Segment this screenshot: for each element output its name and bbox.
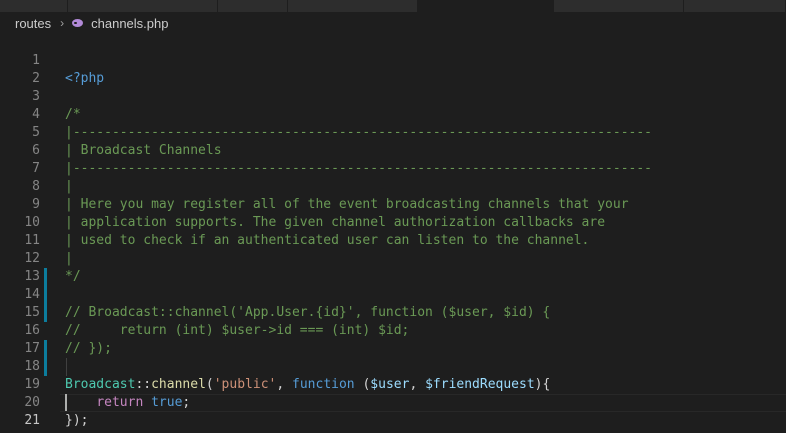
chevron-right-icon: › (60, 16, 65, 30)
line-code: }); (65, 413, 89, 428)
tab-4[interactable] (288, 0, 418, 12)
breadcrumb-file[interactable]: channels.php (91, 16, 168, 31)
php-file-icon (71, 18, 85, 28)
tab-active[interactable] (418, 0, 554, 12)
code-line: 9 | application supports. The given chan… (0, 178, 786, 230)
code-line: 2 (0, 52, 786, 86)
code-line: 5 | Broadcast Channels (0, 106, 786, 158)
code-line: 10 | used to check if an authenticated u… (0, 196, 786, 248)
code-line: 20 }); (0, 376, 786, 428)
tab-1[interactable] (0, 0, 68, 12)
code-line: 8 | Here you may register all of the eve… (0, 160, 786, 212)
tab-3[interactable] (218, 0, 288, 12)
code-line: 11 | (0, 214, 786, 266)
line-number: 21 (24, 413, 40, 428)
code-line: 7 | (0, 142, 786, 194)
code-line: 6 |-------------------------------------… (0, 124, 786, 176)
code-line: 3 /* (0, 70, 786, 122)
code-line: 1 <?php (0, 34, 786, 86)
code-line: 15 // return (int) $user->id === (int) $… (0, 286, 786, 338)
code-line: 13 (0, 250, 786, 284)
tab-bar (0, 0, 786, 12)
code-line: 17 (0, 322, 786, 356)
code-line: 14 // Broadcast::channel('App.User.{id}'… (0, 268, 786, 320)
code-line: 16 // }); (0, 304, 786, 356)
code-line: 4 |-------------------------------------… (0, 88, 786, 140)
code-line: 21 (0, 394, 786, 428)
tab-6[interactable] (554, 0, 684, 12)
code-line: 12 */ (0, 232, 786, 284)
breadcrumb: routes › channels.php (0, 12, 786, 34)
tab-2[interactable] (68, 0, 218, 12)
code-line: 19 return true; (0, 358, 786, 410)
text-cursor (65, 394, 67, 411)
code-editor[interactable]: 1 <?php 2 3 /* 4 |----------------------… (0, 34, 786, 433)
breadcrumb-folder[interactable]: routes (15, 16, 51, 31)
code-line: 18 Broadcast::channel('public', function… (0, 340, 786, 392)
tab-7[interactable] (684, 0, 786, 12)
